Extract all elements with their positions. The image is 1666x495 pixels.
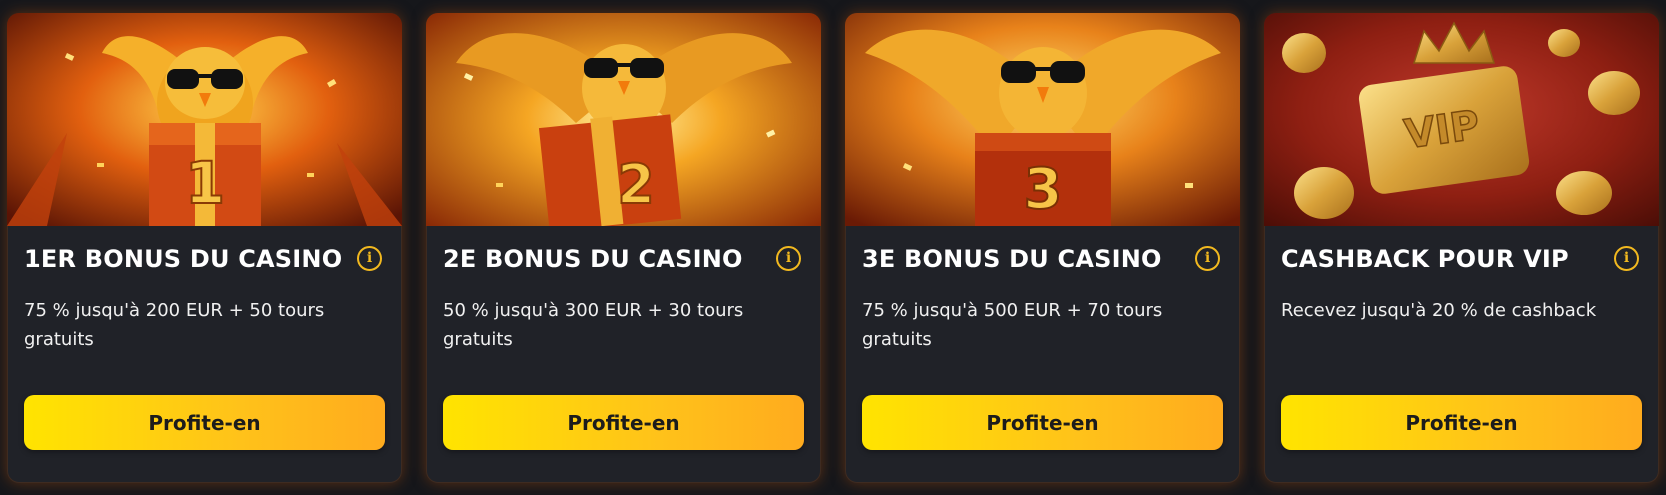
claim-button[interactable]: Profite-en	[862, 395, 1223, 450]
claim-button[interactable]: Profite-en	[24, 395, 385, 450]
bonus-card-1: 1 1ER BONUS DU CASINO i 75 % jusqu'à 200…	[7, 13, 402, 483]
card-title: 3E BONUS DU CASINO	[862, 245, 1162, 273]
card-description: 75 % jusqu'à 200 EUR + 50 tours gratuits	[24, 300, 325, 350]
card-description: Recevez jusqu'à 20 % de cashback	[1281, 300, 1597, 321]
card-title: CASHBACK POUR VIP	[1281, 245, 1569, 273]
info-icon[interactable]: i	[1195, 246, 1220, 271]
vip-card-image: VIP	[1264, 13, 1659, 226]
bonus-card-vip: VIP CASHBACK POUR VIP i Recevez jusqu'à …	[1264, 13, 1659, 483]
svg-text:1: 1	[185, 149, 225, 217]
card-description: 75 % jusqu'à 500 EUR + 70 tours gratuits	[862, 300, 1163, 350]
info-icon[interactable]: i	[357, 246, 382, 271]
svg-text:2: 2	[617, 153, 655, 216]
claim-button[interactable]: Profite-en	[443, 395, 804, 450]
card-description: 50 % jusqu'à 300 EUR + 30 tours gratuits	[443, 300, 744, 350]
card-title: 1ER BONUS DU CASINO	[24, 245, 343, 273]
svg-text:3: 3	[1024, 157, 1063, 222]
bonus-card-3: 3 3E BONUS DU CASINO i 75 % jusqu'à 500 …	[845, 13, 1240, 483]
owl-gift-box-2-image: 2	[426, 13, 821, 226]
owl-gift-box-1-image: 1	[7, 13, 402, 226]
info-icon[interactable]: i	[776, 246, 801, 271]
info-icon[interactable]: i	[1614, 246, 1639, 271]
bonus-card-2: 2 2E BONUS DU CASINO i 50 % jusqu'à 300 …	[426, 13, 821, 483]
card-title: 2E BONUS DU CASINO	[443, 245, 743, 273]
bonus-cards-row: 1 1ER BONUS DU CASINO i 75 % jusqu'à 200…	[7, 13, 1659, 483]
claim-button[interactable]: Profite-en	[1281, 395, 1642, 450]
owl-gift-box-3-image: 3	[845, 13, 1240, 226]
